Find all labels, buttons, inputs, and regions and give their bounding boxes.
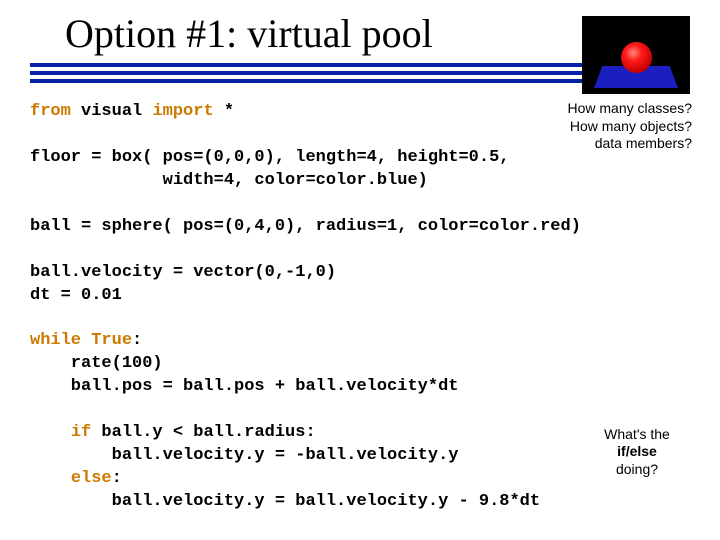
code-text xyxy=(30,469,71,488)
code-text: ball.velocity.y = ball.velocity.y - 9.8*… xyxy=(30,492,540,511)
code-text xyxy=(30,423,71,442)
annot-line: data members? xyxy=(562,135,692,153)
kw-if: if xyxy=(71,423,102,442)
code-text: dt = 0.01 xyxy=(30,286,122,305)
code-text: rate(100) xyxy=(30,354,163,373)
code-text: ball.velocity.y = -ball.velocity.y xyxy=(30,446,458,465)
code-text: width=4, color=color.blue) xyxy=(30,171,428,190)
code-text: ball.velocity = vector(0,-1,0) xyxy=(30,263,336,282)
code-text: ball.y < ball.radius: xyxy=(101,423,315,442)
vpython-thumbnail xyxy=(582,16,690,94)
kw-true: True xyxy=(91,331,132,350)
code-text: visual xyxy=(81,102,152,121)
code-block: from visual import * floor = box( pos=(0… xyxy=(30,101,690,514)
kw-import: import xyxy=(152,102,223,121)
annot-line: if/else xyxy=(592,443,682,461)
kw-from: from xyxy=(30,102,81,121)
code-text: : xyxy=(132,331,142,350)
annot-line: What's the xyxy=(592,426,682,444)
annotation-questions-top: How many classes? How many objects? data… xyxy=(562,100,692,153)
code-text: floor = box( pos=(0,0,0), length=4, heig… xyxy=(30,148,509,167)
kw-else: else xyxy=(71,469,112,488)
code-text: ball = sphere( pos=(0,4,0), radius=1, co… xyxy=(30,217,581,236)
thumbnail-ball xyxy=(621,42,652,73)
annot-line: How many objects? xyxy=(562,118,692,136)
annot-line: doing? xyxy=(592,461,682,479)
code-text: * xyxy=(224,102,234,121)
code-text: ball.pos = ball.pos + ball.velocity*dt xyxy=(30,377,458,396)
annot-line: How many classes? xyxy=(562,100,692,118)
annotation-questions-bottom: What's the if/else doing? xyxy=(592,426,682,479)
kw-while: while xyxy=(30,331,91,350)
code-text: : xyxy=(112,469,122,488)
